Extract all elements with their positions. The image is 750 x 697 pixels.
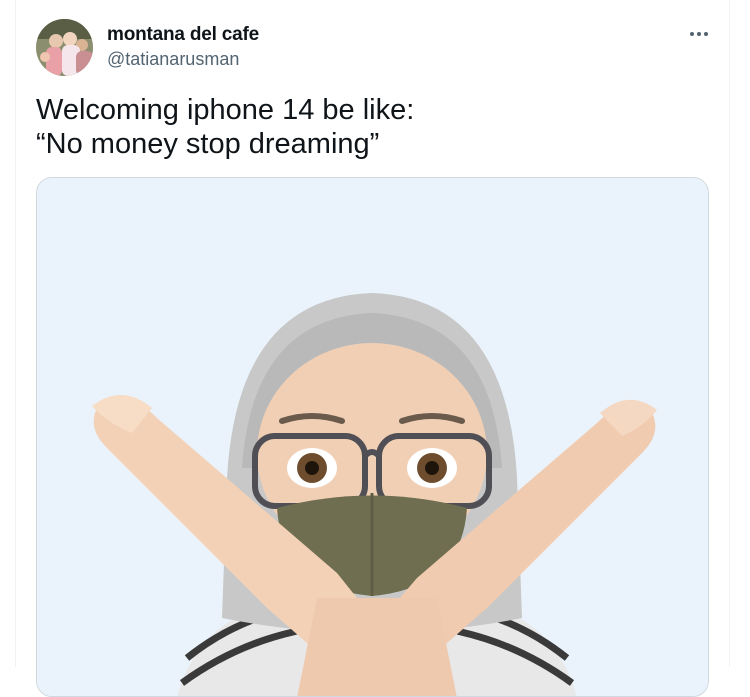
more-options-button[interactable] bbox=[683, 20, 715, 48]
memoji-crossed-arms-image bbox=[37, 178, 708, 696]
display-name[interactable]: montana del cafe bbox=[107, 24, 259, 46]
tweet-text-line: Welcoming iphone 14 be like: bbox=[36, 94, 415, 126]
tweet-text-line: “No money stop dreaming” bbox=[36, 128, 380, 160]
more-dot bbox=[697, 32, 701, 36]
avatar-photo bbox=[36, 19, 93, 76]
tweet-text: Welcoming iphone 14 be like: “No money s… bbox=[36, 93, 696, 161]
user-handle[interactable]: @tatianarusman bbox=[107, 49, 239, 70]
avatar[interactable] bbox=[36, 19, 93, 76]
more-horizontal-icon bbox=[690, 32, 694, 36]
tweet-media-image[interactable] bbox=[36, 177, 709, 697]
more-dot bbox=[704, 32, 708, 36]
